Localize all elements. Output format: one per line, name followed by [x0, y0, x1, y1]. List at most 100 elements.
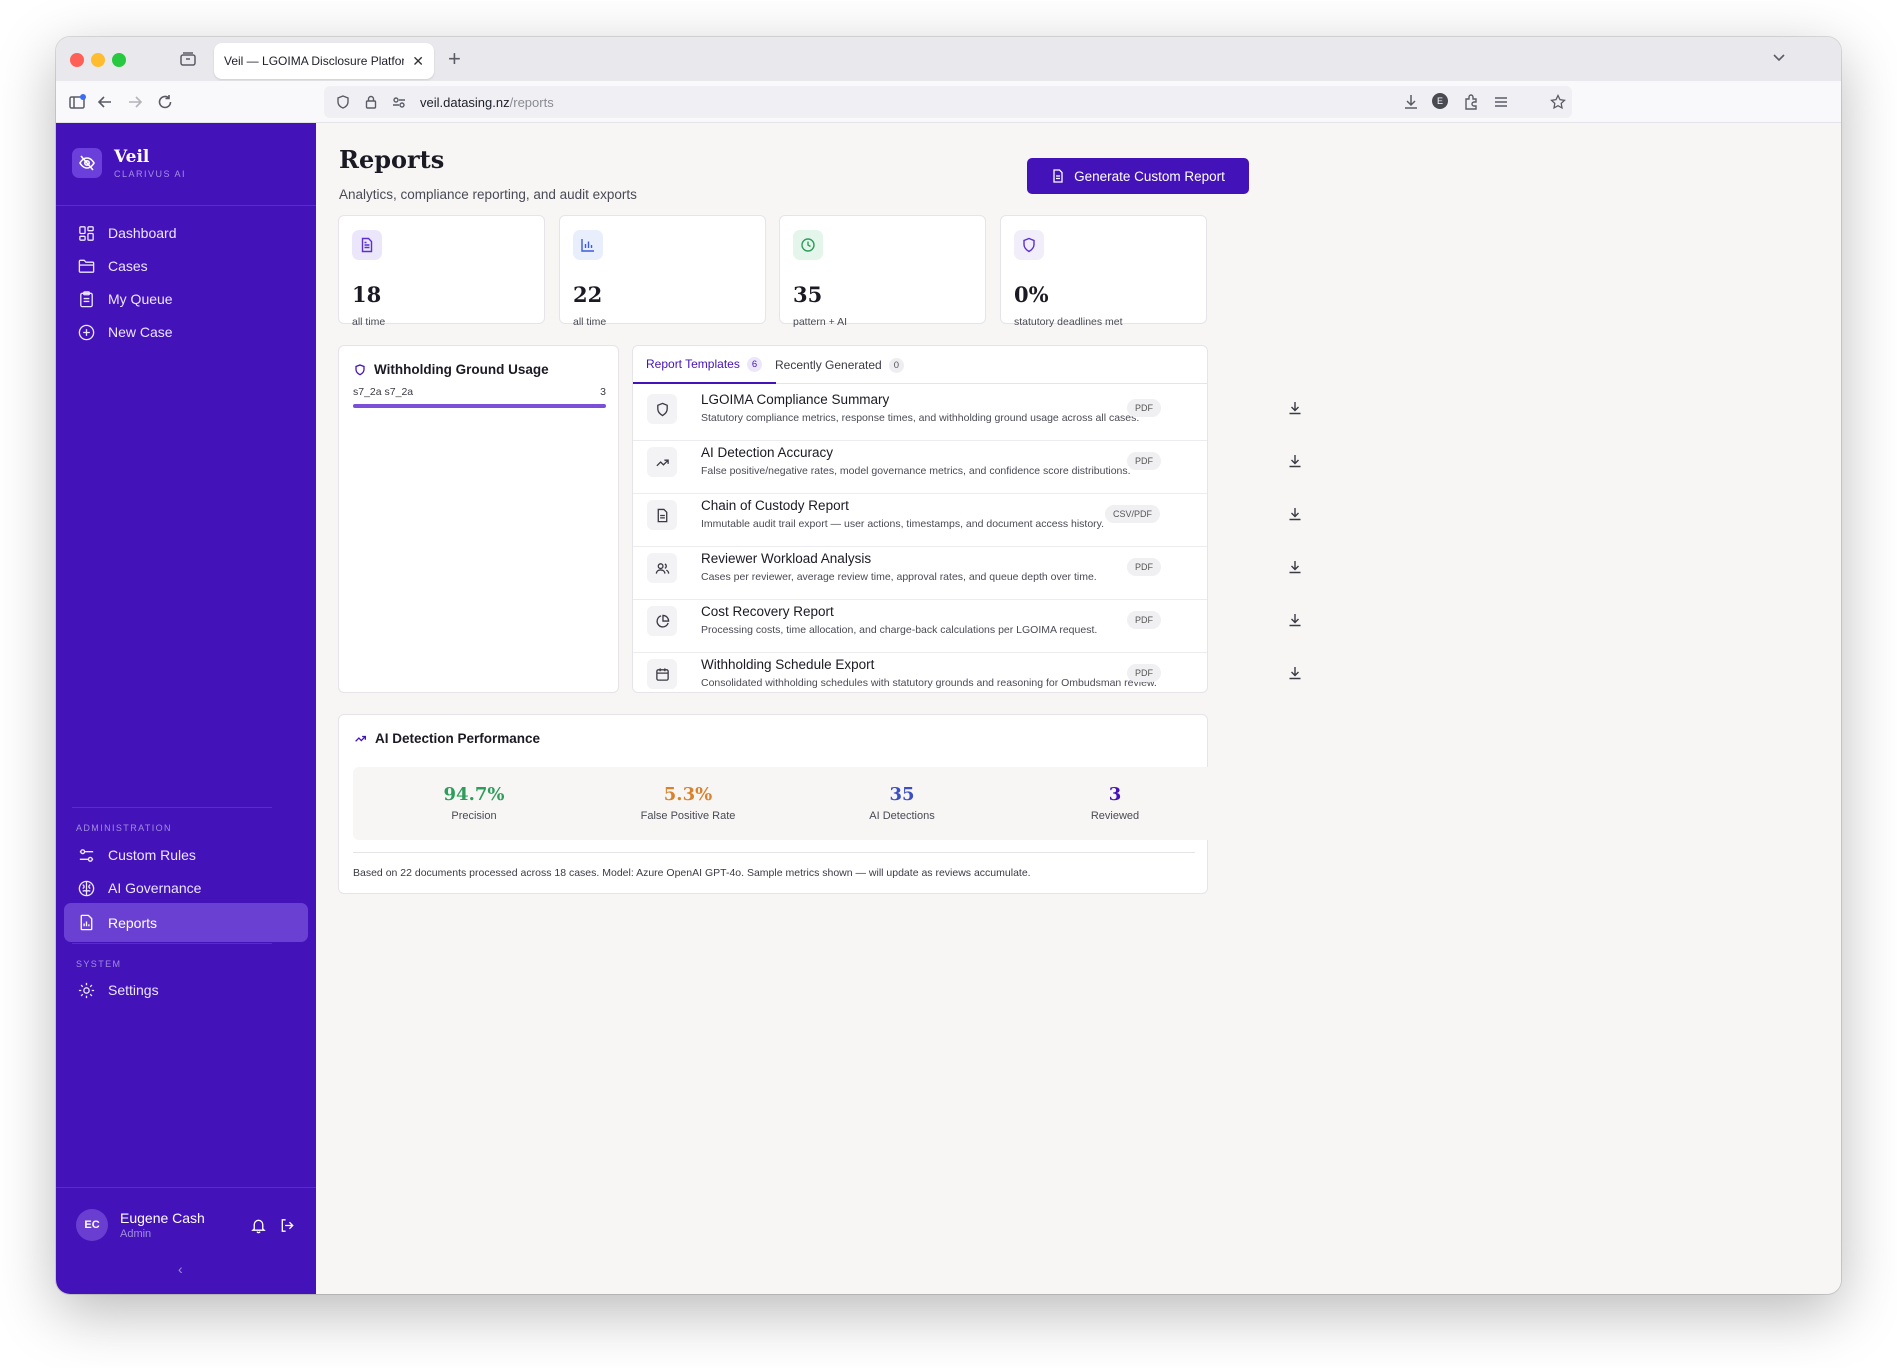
brain-icon — [78, 880, 95, 896]
format-badge: PDF — [1127, 664, 1161, 682]
stat-value: 35 — [793, 282, 823, 307]
sidebar-item-reports[interactable]: Reports — [64, 903, 308, 942]
metric-label: Precision — [451, 810, 497, 822]
sidebar-item-label: Reports — [108, 914, 158, 931]
sidebar: Veil CLARIVUS AI Dashboard Cases My Queu… — [56, 123, 316, 1294]
download-icon[interactable] — [1287, 612, 1303, 628]
panel-title-text: Withholding Ground Usage — [374, 362, 549, 377]
metric-value: 5.3% — [663, 784, 713, 805]
maximize-window-button[interactable] — [112, 53, 126, 67]
shield-icon — [647, 394, 677, 424]
bell-icon[interactable] — [250, 1217, 267, 1234]
lock-icon[interactable] — [364, 95, 378, 109]
browser-window: Veil — LGOIMA Disclosure Platform ✕ + ve… — [56, 37, 1841, 1294]
page-title: Reports — [339, 145, 445, 174]
format-badge: PDF — [1127, 611, 1161, 629]
divider — [72, 807, 272, 808]
tab-list-chevron-icon[interactable] — [1771, 49, 1787, 65]
generate-custom-report-button[interactable]: Generate Custom Report — [1027, 158, 1249, 194]
new-tab-icon[interactable]: + — [448, 46, 461, 72]
format-badge: PDF — [1127, 399, 1161, 417]
download-icon[interactable] — [1287, 506, 1303, 522]
url-bar[interactable]: veil.datasing.nz/reports — [324, 86, 1572, 118]
downloads-icon[interactable] — [1402, 93, 1420, 111]
download-icon[interactable] — [1287, 559, 1303, 575]
back-arrow-icon[interactable] — [96, 93, 114, 111]
folder-icon — [78, 259, 95, 273]
template-description: False positive/negative rates, model gov… — [701, 465, 1131, 477]
trend-up-icon — [355, 735, 367, 742]
url-text: veil.datasing.nz/reports — [420, 94, 554, 110]
shield-icon[interactable] — [336, 95, 350, 109]
sidebar-item-ai-governance[interactable]: AI Governance — [64, 869, 308, 907]
download-icon[interactable] — [1287, 453, 1303, 469]
format-badge: PDF — [1127, 558, 1161, 576]
template-description: Consolidated withholding schedules with … — [701, 677, 1157, 689]
sidebar-item-settings[interactable]: Settings — [64, 971, 308, 1009]
gear-icon — [78, 982, 95, 998]
performance-note: Based on 22 documents processed across 1… — [353, 867, 1031, 879]
stat-label: all time — [352, 316, 386, 328]
extensions-icon[interactable] — [1462, 93, 1480, 111]
panel-title: Withholding Ground Usage — [354, 362, 549, 377]
sidebar-toggle-icon[interactable] — [68, 93, 86, 111]
navigation-bar: veil.datasing.nz/reports E — [56, 81, 1841, 123]
metric-label: Reviewed — [1090, 810, 1140, 822]
stat-card: 18 all time — [338, 215, 545, 328]
account-avatar-icon[interactable]: E — [1432, 93, 1450, 111]
sidebar-item-new-case[interactable]: New Case — [64, 313, 308, 351]
bookmark-star-icon[interactable] — [1550, 94, 1566, 110]
sidebar-item-label: Settings — [108, 982, 159, 998]
reload-icon[interactable] — [156, 93, 174, 111]
stat-card: 22 all time — [559, 215, 766, 328]
metric-value: 35 — [889, 784, 915, 805]
format-badge: PDF — [1127, 452, 1161, 470]
usage-bar-track — [353, 404, 606, 408]
usage-bar-fill — [353, 404, 606, 408]
calendar-icon — [647, 659, 677, 689]
template-row[interactable]: Withholding Schedule Export Consolidated… — [633, 643, 1301, 706]
tab-bar: Veil — LGOIMA Disclosure Platform ✕ + — [56, 37, 1841, 81]
panel-title: AI Detection Performance — [354, 731, 540, 746]
tab-overview-icon[interactable] — [179, 50, 197, 68]
user-profile[interactable]: EC Eugene Cash Admin — [76, 1209, 296, 1241]
stat-label: statutory deadlines met — [1014, 316, 1123, 328]
sidebar-item-label: My Queue — [108, 291, 173, 307]
brand[interactable]: Veil CLARIVUS AI — [72, 147, 186, 179]
close-tab-icon[interactable]: ✕ — [412, 53, 424, 70]
avatar[interactable]: EC — [76, 1209, 108, 1241]
pie-chart-icon — [647, 606, 677, 636]
metric-value: 3 — [1108, 784, 1122, 805]
forward-arrow-icon[interactable] — [126, 93, 144, 111]
clock-icon — [793, 230, 823, 260]
report-icon — [80, 914, 93, 931]
tab-label: Report Templates — [646, 357, 740, 371]
metric-card: 94.7% Precision — [353, 767, 595, 840]
metric-card: 5.3% False Positive Rate — [567, 767, 809, 840]
eye-off-logo-icon — [72, 148, 102, 178]
minimize-window-button[interactable] — [91, 53, 105, 67]
collapse-sidebar-chevron-icon[interactable]: ‹ — [178, 1261, 183, 1277]
download-icon[interactable] — [1287, 400, 1303, 416]
stat-card: 35 pattern + AI — [779, 215, 986, 328]
template-name: Withholding Schedule Export — [701, 657, 875, 672]
close-window-button[interactable] — [70, 53, 84, 67]
withholding-ground-usage-panel: Withholding Ground Usage s7_2a s7_2a 3 — [338, 345, 619, 693]
shield-icon — [355, 363, 365, 375]
browser-tab[interactable]: Veil — LGOIMA Disclosure Platform ✕ — [214, 43, 434, 79]
download-icon[interactable] — [1287, 665, 1303, 681]
bar-chart-icon — [573, 230, 603, 260]
divider — [353, 852, 1195, 853]
template-name: Chain of Custody Report — [701, 498, 849, 513]
stat-label: pattern + AI — [793, 316, 847, 328]
stat-value: 18 — [352, 282, 382, 307]
document-icon — [1053, 169, 1063, 183]
template-description: Processing costs, time allocation, and c… — [701, 624, 1098, 636]
stat-card: 0% statutory deadlines met — [1000, 215, 1207, 328]
tab-label: Recently Generated — [775, 358, 882, 372]
permissions-icon[interactable] — [392, 95, 406, 109]
template-name: Cost Recovery Report — [701, 604, 834, 619]
menu-hamburger-icon[interactable] — [1492, 93, 1510, 111]
logout-icon[interactable] — [279, 1217, 296, 1234]
metric-label: AI Detections — [869, 810, 935, 822]
